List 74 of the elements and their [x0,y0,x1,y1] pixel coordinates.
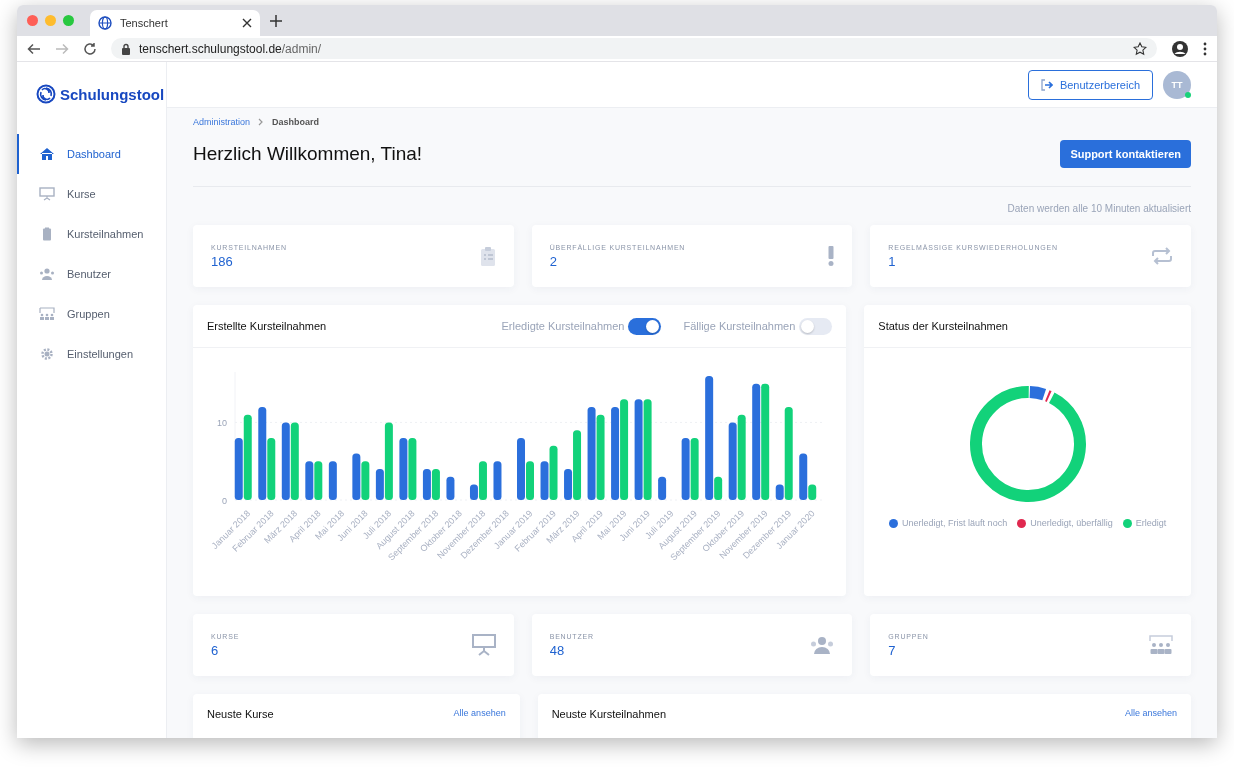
sidebar-item[interactable]: Benutzer [17,254,166,294]
breadcrumb-current: Dashboard [272,117,320,127]
tab-title: Tenschert [120,17,169,29]
sidebar-item[interactable]: Kursteilnahmen [17,214,166,254]
star-icon[interactable] [1133,41,1147,56]
bar [305,461,314,500]
lock-icon [121,42,131,55]
online-status-icon [1185,91,1191,98]
card-title: Neuste Kurse [207,708,274,722]
y-tick-label: 0 [222,496,227,506]
sidebar-item[interactable]: Einstellungen [17,334,166,374]
clipboard-icon [479,246,496,266]
bar [399,437,408,500]
users-icon [39,267,55,281]
stat-value: 2 [549,253,558,269]
group-icon [1149,635,1173,655]
logo-text: Schulungstool [60,85,165,103]
back-arrow-icon[interactable] [27,41,41,56]
bar [408,437,417,500]
sidebar-item[interactable]: Kurse [17,174,166,214]
stat-value: 1 [888,253,897,269]
stat-value: 7 [888,642,897,658]
bar [540,461,549,500]
presentation-board-icon [471,634,496,656]
reload-icon[interactable] [83,41,97,56]
home-icon [39,147,55,161]
profile-icon[interactable] [1171,39,1189,58]
support-button[interactable]: Support kontaktieren [1060,140,1191,168]
bar [549,445,558,500]
bar [493,461,502,500]
gear-icon [39,347,55,361]
bar [361,461,370,500]
address-field[interactable]: tenschert.schulungstool.de/admin/ [111,38,1157,59]
stat-value: 186 [211,253,234,269]
legend-label: Unerledigt, Frist läuft noch [902,518,1008,528]
logo-icon [36,84,56,104]
legend-label: Erledigt [1135,518,1167,528]
user-area-button[interactable]: Benutzerbereich [1027,69,1153,100]
bar [431,468,440,500]
bar [314,461,323,500]
page-title: Herzlich Willkommen, Tina! [193,143,423,165]
chevron-right-icon [258,118,265,126]
y-tick-label: 10 [217,418,227,429]
presentation-board-icon [39,187,55,201]
exclamation-icon [828,246,835,266]
bar [352,453,361,500]
url-text: tenschert.schulungstool.de/admin/ [139,41,323,56]
bar [681,437,690,500]
more-menu-icon[interactable] [1203,41,1207,56]
bar [658,476,667,500]
card-title: Status der Kursteilnahmen [878,320,1008,332]
card-title: Erstellte Kursteilnahmen [207,320,327,332]
card-title: Neuste Kursteilnahmen [551,708,666,722]
browser-tab[interactable]: Tenschert [90,10,260,36]
plus-icon[interactable] [270,14,282,27]
bar [422,468,431,500]
sign-in-icon [1040,78,1053,91]
bar [328,461,337,500]
stat-value: 6 [211,642,220,658]
bar [234,437,243,500]
view-all-link[interactable]: Alle ansehen [453,708,506,738]
stat-value: 48 [549,642,566,658]
sidebar-item[interactable]: Gruppen [17,294,166,334]
bar [446,476,455,500]
group-icon [39,307,55,321]
update-note: Daten werden alle 10 Minuten aktualisiert [1006,202,1191,216]
globe-icon [98,16,112,30]
users-icon [810,636,835,654]
legend-label: Unerledigt, überfällig [1030,518,1113,528]
close-icon[interactable] [242,18,252,28]
breadcrumb-link[interactable]: Administration [193,117,251,127]
view-all-link[interactable]: Alle ansehen [1124,708,1177,738]
bar [690,437,699,500]
repeat-icon [1151,247,1173,265]
